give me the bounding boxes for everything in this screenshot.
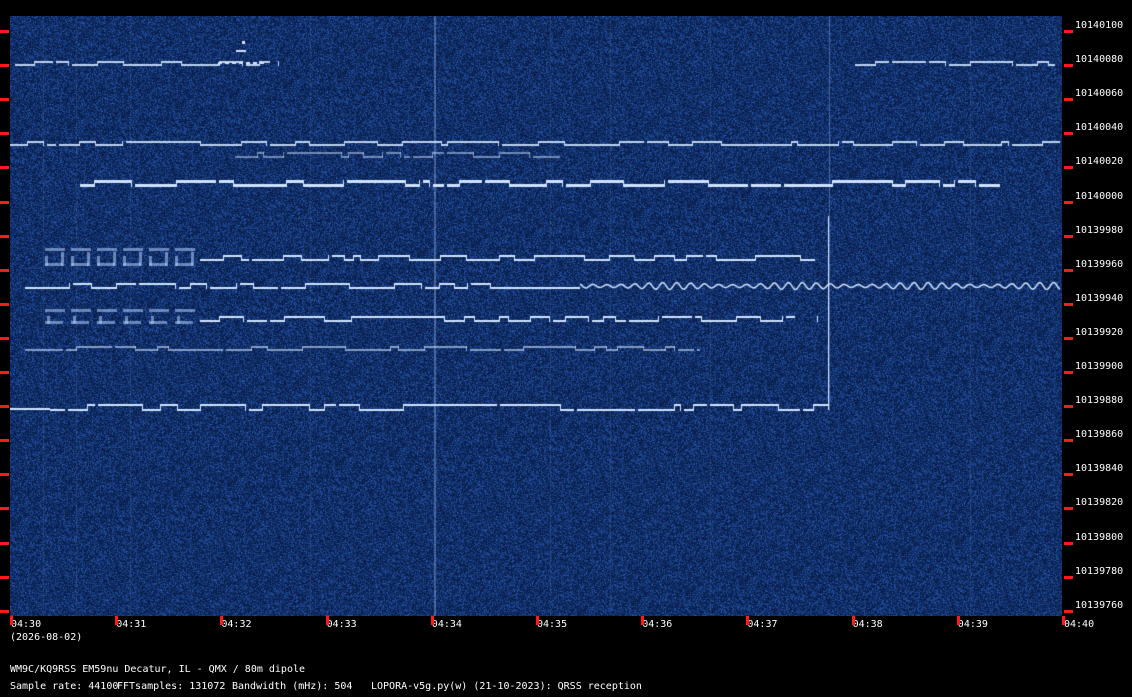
- frequency-tick: [0, 98, 9, 102]
- frequency-tick: [0, 302, 9, 306]
- sample-rate-info: Sample rate: 44100: [10, 681, 119, 692]
- frequency-tick: [1064, 473, 1073, 477]
- frequency-label: 10139800: [1075, 531, 1124, 543]
- frequency-label: 10139820: [1075, 497, 1124, 509]
- frequency-label: 10140060: [1075, 88, 1124, 100]
- time-tick: [1062, 616, 1065, 625]
- time-tick: [851, 616, 855, 625]
- time-label: 04:40: [1064, 619, 1095, 630]
- time-tick: [956, 616, 960, 625]
- time-tick: [115, 616, 119, 625]
- frequency-tick: [1064, 234, 1073, 238]
- frequency-tick: [0, 200, 9, 204]
- frequency-label: 10140000: [1075, 190, 1124, 202]
- time-label: 04:32: [221, 619, 252, 630]
- frequency-label: 10139840: [1075, 463, 1124, 475]
- time-tick: [536, 616, 539, 625]
- frequency-label: 10139860: [1075, 429, 1124, 441]
- frequency-tick: [0, 234, 9, 238]
- frequency-tick: [0, 439, 9, 443]
- frequency-tick: [0, 371, 9, 374]
- time-label: 04:31: [116, 619, 147, 630]
- frequency-tick: [1064, 64, 1073, 68]
- bandwidth-info: Bandwidth (mHz): 504: [232, 681, 353, 692]
- frequency-label: 10139900: [1075, 361, 1124, 372]
- time-tick: [220, 616, 224, 625]
- frequency-tick: [1064, 268, 1073, 272]
- spectrogram-waterfall: [10, 16, 1062, 616]
- time-label: 04:36: [642, 619, 673, 630]
- frequency-tick: [0, 507, 9, 511]
- frequency-label: 10139760: [1075, 599, 1124, 611]
- time-tick: [641, 616, 645, 625]
- frequency-label: 10139920: [1075, 326, 1124, 338]
- software-info: LOPORA-v5g.py(w) (21-10-2023): QRSS rece…: [371, 681, 642, 692]
- frequency-label: 10140020: [1075, 156, 1124, 168]
- frequency-tick: [1064, 439, 1073, 443]
- time-label: 04:37: [747, 619, 778, 630]
- fft-samples-info: FFTsamples: 131072: [117, 681, 226, 692]
- station-info: WM9C/KQ9RSS EM59nu Decatur, IL - QMX / 8…: [10, 664, 306, 675]
- time-label: 04:35: [537, 619, 568, 630]
- frequency-tick: [0, 64, 9, 68]
- frequency-tick: [1064, 30, 1073, 33]
- frequency-label: 10140080: [1075, 54, 1124, 66]
- frequency-tick: [0, 609, 9, 613]
- frequency-label: 10139940: [1075, 292, 1124, 304]
- date-label: (2026-08-02): [10, 632, 83, 643]
- frequency-tick: [0, 132, 9, 136]
- frequency-tick: [1064, 200, 1073, 204]
- frequency-tick: [0, 336, 9, 340]
- frequency-tick: [1064, 507, 1073, 511]
- time-label: 04:38: [852, 619, 883, 630]
- frequency-tick: [1064, 575, 1073, 579]
- frequency-tick: [0, 473, 9, 477]
- frequency-label: 10139780: [1075, 565, 1124, 577]
- qrss-grabber-window: 10140100 10140080 10140060 10140040 10140020…: [0, 0, 1132, 697]
- frequency-tick: [0, 30, 9, 33]
- frequency-tick: [1064, 98, 1073, 102]
- frequency-label: 10139960: [1075, 258, 1124, 270]
- frequency-tick: [1064, 166, 1073, 170]
- time-tick: [430, 616, 434, 625]
- frequency-tick: [0, 405, 9, 409]
- frequency-tick: [0, 541, 9, 545]
- frequency-label: 10139980: [1075, 224, 1124, 236]
- time-label: 04:34: [431, 619, 462, 630]
- frequency-tick: [1064, 541, 1073, 545]
- frequency-tick: [1064, 302, 1073, 306]
- frequency-label: 10140040: [1075, 122, 1124, 134]
- frequency-tick: [1064, 609, 1073, 613]
- frequency-tick: [0, 166, 9, 170]
- time-label: 04:39: [957, 619, 988, 630]
- frequency-tick: [1064, 371, 1073, 374]
- frequency-tick: [1064, 405, 1073, 409]
- time-tick: [746, 616, 750, 625]
- time-tick: [325, 616, 329, 625]
- frequency-tick: [0, 268, 9, 272]
- frequency-tick: [0, 575, 9, 579]
- time-label: 04:33: [326, 619, 357, 630]
- time-label: 04:30: [11, 619, 42, 630]
- frequency-label: 10139880: [1075, 395, 1124, 407]
- time-tick: [10, 616, 13, 625]
- waterfall-canvas: [10, 16, 1062, 616]
- frequency-tick: [1064, 336, 1073, 340]
- frequency-label: 10140100: [1075, 20, 1124, 31]
- frequency-tick: [1064, 132, 1073, 136]
